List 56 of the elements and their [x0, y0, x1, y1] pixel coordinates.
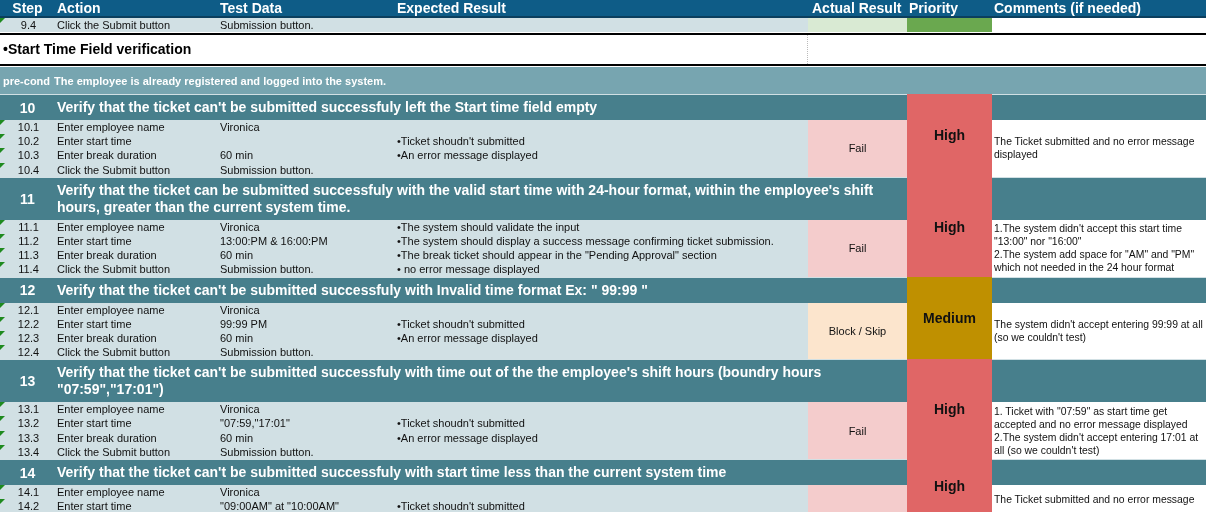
column-header: Action	[56, 0, 102, 16]
actual-result-cell: Fail	[808, 219, 907, 277]
actual-result-cell: Fail	[808, 120, 907, 177]
priority-cell: Medium	[907, 276, 992, 360]
corner-marker-icon	[0, 262, 5, 268]
test-number: 11	[0, 176, 55, 220]
corner-marker-icon	[0, 134, 5, 140]
section-title: •Start Time Field verification	[0, 35, 808, 64]
corner-marker-icon	[0, 302, 5, 308]
corner-marker-icon	[0, 330, 5, 336]
column-header: Comments (if needed)	[993, 0, 1142, 16]
corner-marker-icon	[0, 416, 5, 422]
column-header: Test Data	[219, 0, 283, 16]
corner-marker-icon	[0, 120, 5, 125]
test-title: Verify that the ticket can't be submitted successfuly left the Start time field empty	[55, 94, 907, 120]
priority-cell: High	[907, 94, 992, 177]
comment-cell: 1. Ticket with "07:59" as start time get accepted and no error message displayed 2.The system didn't accept entering 17:01 at all (so we couldn't test)	[992, 402, 1206, 459]
corner-marker-icon	[0, 499, 5, 505]
column-header: Actual Result	[811, 0, 903, 16]
corner-marker-icon	[0, 444, 5, 450]
test-title: Verify that the ticket can be submitted successfuly with the valid start time with 24-hour format, within the employee's shift hours, greater than the current system time.	[55, 176, 907, 220]
corner-marker-icon	[0, 148, 5, 154]
precondition-text: The employee is already registered and logged into the system.	[54, 74, 386, 87]
test-title: Verify that the ticket can't be submitted successfuly with start time less than the current system time	[55, 459, 907, 485]
precondition-label: pre-cond	[3, 74, 51, 87]
corner-marker-icon	[0, 162, 5, 168]
test-number: 13	[0, 359, 55, 403]
corner-marker-icon	[0, 430, 5, 436]
corner-marker-icon	[0, 248, 5, 254]
priority-cell: High	[907, 359, 992, 459]
comment-cell: The Ticket submitted and no error message displayed	[992, 120, 1206, 177]
corner-marker-icon	[0, 18, 5, 23]
test-number: 10	[0, 94, 55, 120]
test-data-cell: Submission button.	[218, 18, 395, 32]
priority-cell: High	[907, 459, 992, 512]
corner-marker-icon	[0, 485, 5, 490]
action-cell: Click the Submit button	[55, 18, 218, 32]
comment-cell: The Ticket submitted and no error message	[992, 485, 1206, 512]
comment-cell: 1.The system didn't accept this start time "13:00" nor "16:00" 2.The system add space for "AM" and "PM" which not needed in the 24 hour format	[992, 219, 1206, 277]
column-header: Step	[11, 0, 44, 16]
column-header: Priority	[908, 0, 959, 16]
corner-marker-icon	[0, 345, 5, 351]
corner-marker-icon	[0, 402, 5, 408]
test-number: 14	[0, 459, 55, 485]
corner-marker-icon	[0, 219, 5, 225]
actual-result-cell: Fail	[808, 402, 907, 459]
test-number: 12	[0, 276, 55, 303]
comment-cell: The system didn't accept entering 99:99 at all (so we couldn't test)	[992, 302, 1206, 360]
column-header: Expected Result	[396, 0, 507, 16]
step-number: 9.4	[0, 18, 55, 32]
priority-cell: High	[907, 176, 992, 277]
actual-result-cell: Block / Skip	[808, 302, 907, 360]
test-title: Verify that the ticket can't be submitted successfuly with time out of the the employee's shift hours (boundry hours "07:59","17:01")	[55, 359, 907, 403]
corner-marker-icon	[0, 316, 5, 322]
test-title: Verify that the ticket can't be submitted successfuly with Invalid time format Ex: " 99:99 "	[55, 276, 907, 303]
corner-marker-icon	[0, 233, 5, 239]
